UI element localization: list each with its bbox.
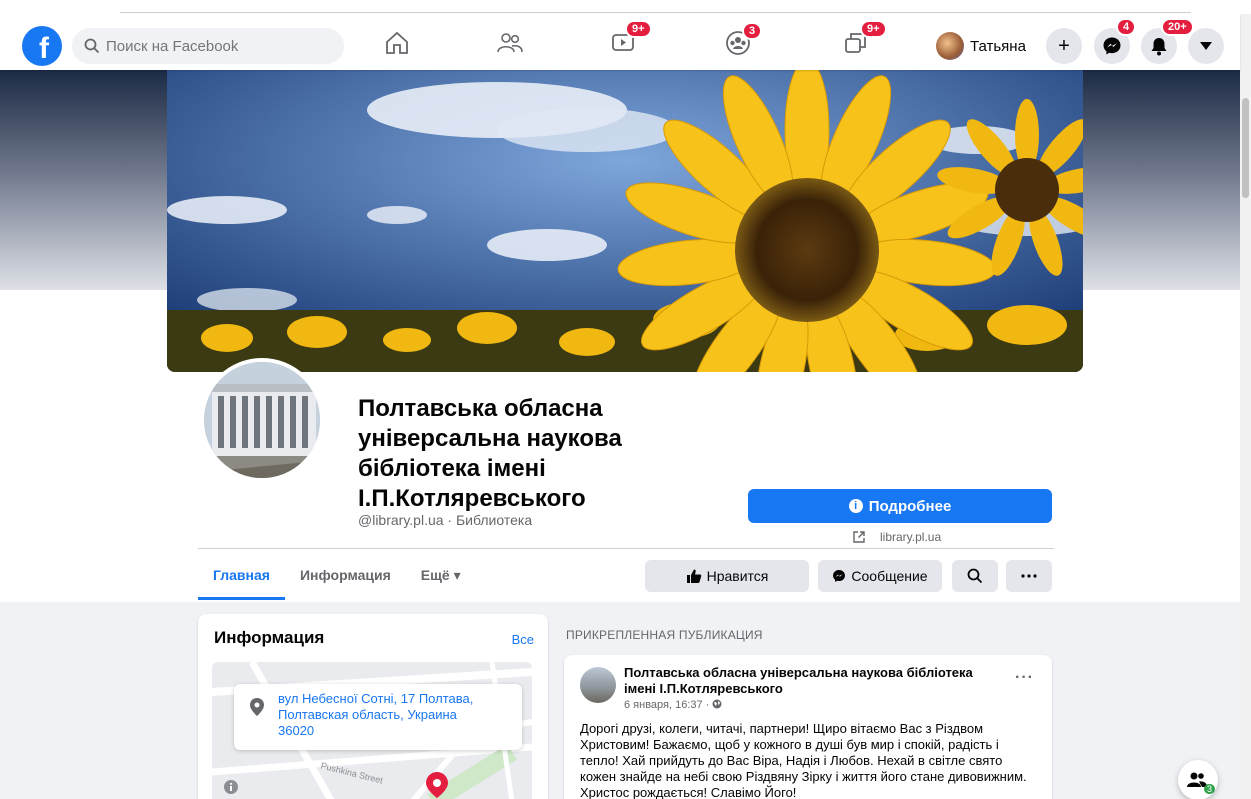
external-link-icon xyxy=(853,531,865,543)
groups-nav-button[interactable]: 3 xyxy=(718,22,763,58)
map-marker-icon xyxy=(426,772,448,798)
sunflower-field-image xyxy=(167,70,1083,372)
post-body-text: Дорогі друзі, колеги, читачі, партнери! … xyxy=(580,721,1027,799)
message-button[interactable]: Сообщение xyxy=(818,560,942,592)
create-button[interactable]: + xyxy=(1046,28,1082,64)
home-nav-button[interactable] xyxy=(377,28,417,58)
post-author-avatar[interactable] xyxy=(580,667,616,703)
post-options-button[interactable]: ··· xyxy=(1015,669,1034,687)
search-icon xyxy=(967,568,983,584)
page-title: Полтавська обласна універсальна наукова … xyxy=(358,395,622,512)
contacts-count-badge: 3 xyxy=(1204,784,1216,794)
page-scrollbar[interactable] xyxy=(1240,14,1251,799)
messenger-icon xyxy=(833,570,846,582)
friends-nav-button[interactable] xyxy=(490,28,530,58)
website-link[interactable]: library.pl.ua xyxy=(852,530,941,544)
tab-home[interactable]: Главная xyxy=(198,558,285,600)
like-button[interactable]: Нравится xyxy=(645,560,809,592)
info-icon: i xyxy=(848,499,863,513)
pinned-post-label: ПРИКРЕПЛЕННАЯ ПУБЛИКАЦИЯ xyxy=(566,628,763,642)
facebook-logo[interactable]: f xyxy=(22,26,62,66)
header-divider xyxy=(198,548,1054,549)
address-box[interactable]: вул Небесної Сотні, 17 Полтава, Полтавск… xyxy=(234,684,522,750)
avatar xyxy=(936,32,964,60)
page-profile-picture[interactable] xyxy=(200,358,324,482)
browser-top-strip xyxy=(0,0,1251,14)
messenger-icon xyxy=(1103,37,1121,55)
details-button[interactable]: i Подробнее xyxy=(748,489,1052,523)
watch-nav-button[interactable]: 9+ xyxy=(603,20,652,58)
profile-shortcut[interactable]: Татьяна xyxy=(936,28,1026,64)
notifications-badge: 20+ xyxy=(1161,18,1194,36)
tab-more[interactable]: Ещё ▾ xyxy=(406,558,476,600)
see-all-link[interactable]: Все xyxy=(512,632,534,647)
more-dots-icon xyxy=(1021,574,1037,578)
map-info-icon[interactable] xyxy=(224,780,238,794)
user-name: Татьяна xyxy=(970,37,1026,55)
gaming-nav-button[interactable]: 9+ xyxy=(836,20,887,58)
thumbs-up-icon xyxy=(686,569,701,583)
messenger-badge: 4 xyxy=(1116,18,1137,36)
page-username-category: @library.pl.ua · Библиотека xyxy=(358,512,533,528)
friends-icon xyxy=(497,33,523,53)
watch-badge: 9+ xyxy=(625,20,652,38)
contacts-button[interactable]: 3 xyxy=(1178,760,1218,799)
post-author-name[interactable]: Полтавська обласна універсальна наукова … xyxy=(624,665,1004,697)
home-icon xyxy=(386,31,408,54)
top-navigation-bar: f 9+ 3 9+ Татьяна + 4 20+ xyxy=(0,14,1240,70)
search-icon xyxy=(84,38,100,54)
page-search-button[interactable] xyxy=(952,560,998,592)
location-map[interactable]: Pushkina Street вул Небесної Сотні, 17 П… xyxy=(212,662,532,799)
notifications-button[interactable]: 20+ xyxy=(1141,18,1194,64)
gaming-badge: 9+ xyxy=(860,20,887,38)
cover-photo[interactable] xyxy=(167,70,1083,372)
groups-badge: 3 xyxy=(742,22,763,40)
bell-icon xyxy=(1151,38,1167,56)
post-timestamp[interactable]: 6 января, 16:37 · xyxy=(624,699,722,711)
tab-info[interactable]: Информация xyxy=(285,558,406,600)
globe-icon xyxy=(712,699,722,709)
search-input[interactable] xyxy=(106,37,326,55)
page-tabs: Главная Информация Ещё ▾ xyxy=(198,558,476,600)
search-box[interactable] xyxy=(72,28,344,64)
pinned-post: Полтавська обласна універсальна наукова … xyxy=(564,655,1052,799)
location-pin-icon xyxy=(250,698,264,716)
scrollbar-thumb[interactable] xyxy=(1242,98,1249,198)
messenger-button[interactable]: 4 xyxy=(1094,18,1137,64)
info-card-title: Информация xyxy=(214,628,325,647)
info-card: Информация Все Pushkina Street вул Небес… xyxy=(198,614,548,799)
address-text: вул Небесної Сотні, 17 Полтава, Полтавск… xyxy=(278,691,474,738)
account-menu-button[interactable] xyxy=(1188,28,1224,64)
caret-down-icon xyxy=(1200,42,1212,50)
more-options-button[interactable] xyxy=(1006,560,1052,592)
